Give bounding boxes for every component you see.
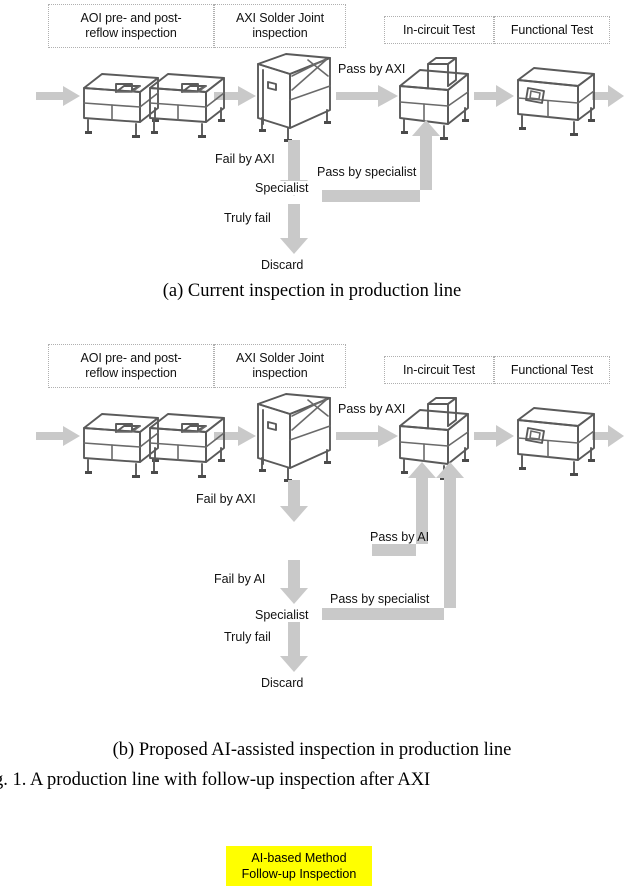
text-truly-fail-a: Truly fail bbox=[224, 211, 271, 225]
machine-axi-a bbox=[257, 53, 331, 142]
machine-ict-a bbox=[399, 57, 469, 140]
machine-aoi-1-a bbox=[83, 73, 159, 138]
flow-arrow-ict-to-fct-a bbox=[474, 85, 514, 107]
text-truly-fail-b: Truly fail bbox=[224, 630, 271, 644]
machine-axi-b bbox=[257, 393, 331, 482]
flow-arrow-axi-to-ict-b bbox=[336, 425, 398, 447]
text-pass-by-ai-b: Pass by AI bbox=[370, 530, 430, 544]
machine-ict-b bbox=[399, 397, 469, 480]
text-pass-by-axi-a: Pass by AXI bbox=[338, 62, 406, 76]
panel-proposed-inspection: AOI pre- and post- reflow inspection AXI… bbox=[0, 320, 624, 886]
caption-panel-b: (b) Proposed AI-assisted inspection in p… bbox=[112, 740, 512, 760]
text-specialist-a: Specialist bbox=[255, 181, 309, 195]
machine-fct-a bbox=[517, 67, 595, 136]
machine-aoi-1-b bbox=[83, 413, 159, 478]
panel-a-diagram bbox=[36, 53, 624, 254]
arrow-pass-by-specialist-a bbox=[322, 120, 440, 202]
machine-aoi-2-a bbox=[149, 73, 225, 138]
ai-method-box: AI-based Method Follow-up Inspection bbox=[226, 846, 372, 886]
flow-arrow-out-b bbox=[592, 425, 624, 447]
text-discard-b: Discard bbox=[261, 676, 304, 690]
arrow-fail-by-ai-b bbox=[280, 560, 308, 604]
text-pass-by-axi-b: Pass by AXI bbox=[338, 402, 406, 416]
caption-panel-a: (a) Current inspection in production lin… bbox=[162, 281, 462, 301]
panel-current-inspection: AOI pre- and post- reflow inspection AXI… bbox=[0, 0, 624, 301]
text-fail-by-ai-b: Fail by AI bbox=[214, 572, 266, 586]
arrow-truly-fail-a bbox=[280, 204, 308, 254]
flow-arrow-out-a bbox=[592, 85, 624, 107]
arrow-fail-by-axi-b bbox=[280, 480, 308, 522]
flow-arrow-in-b bbox=[36, 426, 80, 446]
flow-arrow-in-a bbox=[36, 86, 80, 106]
flow-arrow-ict-to-fct-b bbox=[474, 425, 514, 447]
figure-caption: g. 1. A production line with follow-up i… bbox=[0, 770, 431, 790]
text-fail-by-axi-a: Fail by AXI bbox=[215, 152, 275, 166]
ai-box-line1: AI-based Method bbox=[251, 851, 347, 865]
machine-fct-b bbox=[517, 407, 595, 476]
text-discard-a: Discard bbox=[261, 258, 304, 272]
arrow-truly-fail-b bbox=[280, 620, 308, 672]
ai-box-line2: Follow-up Inspection bbox=[241, 867, 357, 881]
text-pass-by-specialist-a: Pass by specialist bbox=[317, 165, 417, 179]
machine-aoi-2-b bbox=[149, 413, 225, 478]
text-pass-by-specialist-b: Pass by specialist bbox=[330, 592, 430, 606]
text-fail-by-axi-b: Fail by AXI bbox=[196, 492, 256, 506]
text-specialist-b: Specialist bbox=[255, 608, 309, 622]
panel-b-diagram bbox=[36, 393, 624, 672]
flow-arrow-axi-to-ict-a bbox=[336, 85, 398, 107]
